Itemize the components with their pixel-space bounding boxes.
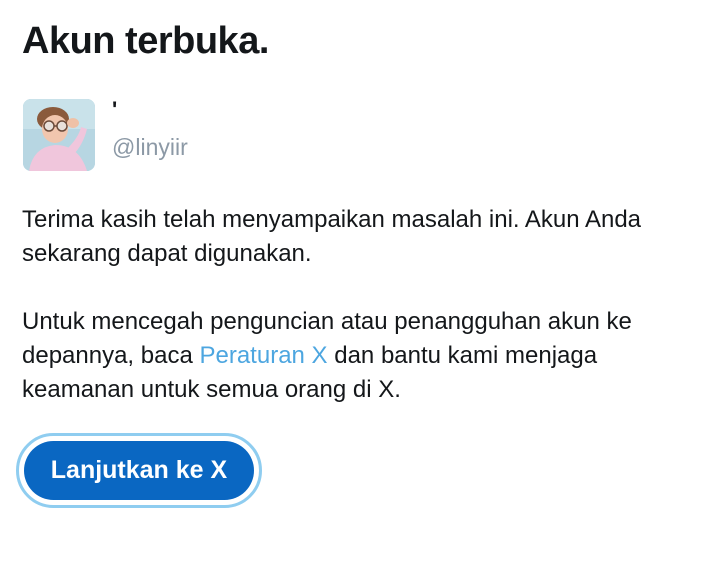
continue-button[interactable]: Lanjutkan ke X — [24, 441, 254, 500]
page-title: Akun terbuka. — [22, 20, 269, 62]
account-unlocked-page: Akun terbuka. ' @linyiir Terima kasih te… — [0, 0, 720, 582]
user-avatar-photo-icon — [23, 99, 95, 171]
message-paragraph-1: Terima kasih telah menyampaikan masalah … — [22, 206, 642, 267]
continue-button-focus-ring: Lanjutkan ke X — [16, 433, 262, 508]
user-handle: @linyiir — [112, 134, 188, 160]
avatar — [23, 99, 95, 171]
message-paragraph-2: Untuk mencegah penguncian atau penangguh… — [22, 305, 702, 407]
profile-card: ' @linyiir — [23, 99, 423, 171]
display-name: ' — [112, 97, 118, 122]
rules-link[interactable]: Peraturan X — [199, 342, 327, 369]
